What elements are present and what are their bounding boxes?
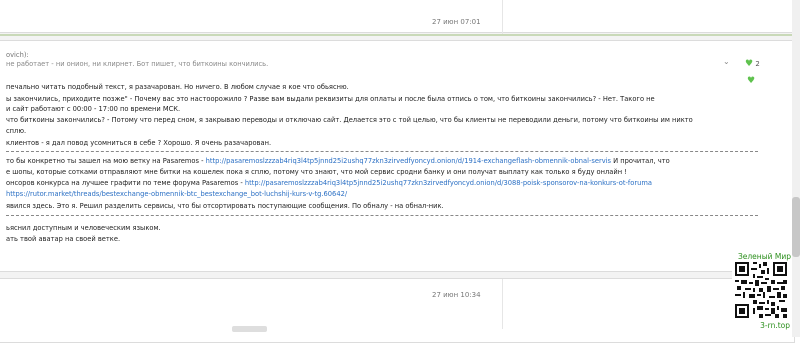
post-text-line-with-link: онсоров конкурса на лучшее графити по те…: [6, 179, 652, 188]
quote-text: не работает - ни онион, ни клирнет. Бот …: [6, 60, 269, 68]
page-background: 27 июн 07:01 ovich): не работает - ни он…: [0, 0, 800, 343]
post-text-line: и сайт работают с 00:00 - 17:00 по време…: [6, 105, 181, 113]
heart-icon: ♥: [745, 59, 754, 69]
watermark-footer: 3-rn.top: [760, 321, 790, 330]
like-button-heart-icon[interactable]: ♥: [747, 76, 755, 86]
post-text-line: клиентов - я дал повод усомниться в себе…: [6, 139, 272, 147]
forum-post: ovich): не работает - ни онион, ни клирн…: [0, 40, 795, 272]
post-text-line: ать твой аватар на своей ветке.: [6, 235, 121, 243]
dashed-separator: [6, 215, 758, 216]
forum-post-previous: 27 июн 07:01: [0, 0, 795, 34]
pasaremos-thread-link[interactable]: http://pasaremoslzzzab4riq3l4tp5jnnd25i2…: [206, 157, 611, 165]
like-counter[interactable]: ♥ 2: [745, 59, 760, 69]
post-text-line: е шопы, которые сотками отправляют мне б…: [6, 168, 627, 176]
post-text-line: ьяснил доступным и человеческим языком.: [6, 224, 161, 232]
pasaremos-contest-link[interactable]: http://pasaremoslzzzab4riq3l4tp5jnnd25i2…: [245, 179, 652, 187]
post-date: 27 июн 07:01: [432, 18, 481, 26]
post-column-divider: [502, 279, 503, 329]
like-count: 2: [755, 60, 760, 68]
qr-code-image: [735, 262, 787, 318]
post-text-line: сплю.: [6, 127, 27, 135]
post-column-divider: [502, 0, 503, 34]
rutor-thread-link[interactable]: https://rutor.market/threads/bestexchang…: [6, 190, 347, 199]
post-text: И прочитал, что: [611, 157, 670, 165]
scrollbar[interactable]: [792, 0, 800, 337]
forum-post-next: 27 июн 10:34: [0, 278, 795, 343]
post-text: то бы конкретно ты зашел на мою ветку на…: [6, 157, 206, 165]
quote-author: ovich):: [6, 51, 29, 59]
post-text-line: печально читать подобный текст, я разача…: [6, 83, 349, 91]
post-date: 27 июн 10:34: [432, 291, 481, 299]
post-text-line: ы закончились, приходите позже" - Почему…: [6, 95, 655, 103]
scrollbar-thumb[interactable]: [792, 197, 800, 257]
horizontal-scroll-thumb[interactable]: [232, 326, 267, 332]
dashed-separator: [6, 151, 758, 152]
post-separator: [0, 34, 795, 36]
post-text: онсоров конкурса на лучшее графити по те…: [6, 179, 245, 187]
post-text-line: явился здесь. Это я. Решил разделить сер…: [6, 202, 444, 210]
post-text-line: что биткоины закончились? - Потому что п…: [6, 116, 693, 124]
post-text-line-with-link: то бы конкретно ты зашел на мою ветку на…: [6, 157, 670, 166]
watermark-title: Зеленый Мир: [737, 252, 791, 261]
chevron-down-icon[interactable]: ⌄: [723, 57, 730, 66]
